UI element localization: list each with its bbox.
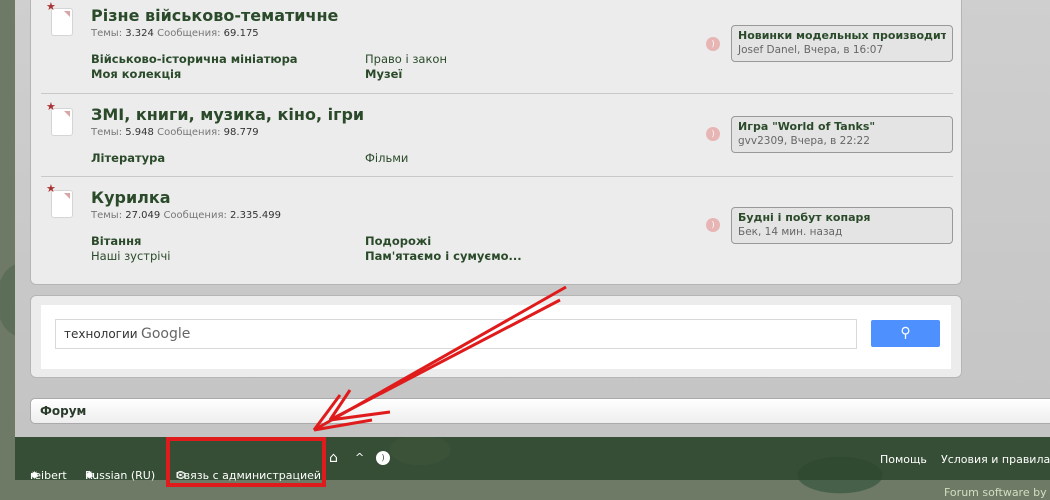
annotation-arrow <box>312 285 567 432</box>
